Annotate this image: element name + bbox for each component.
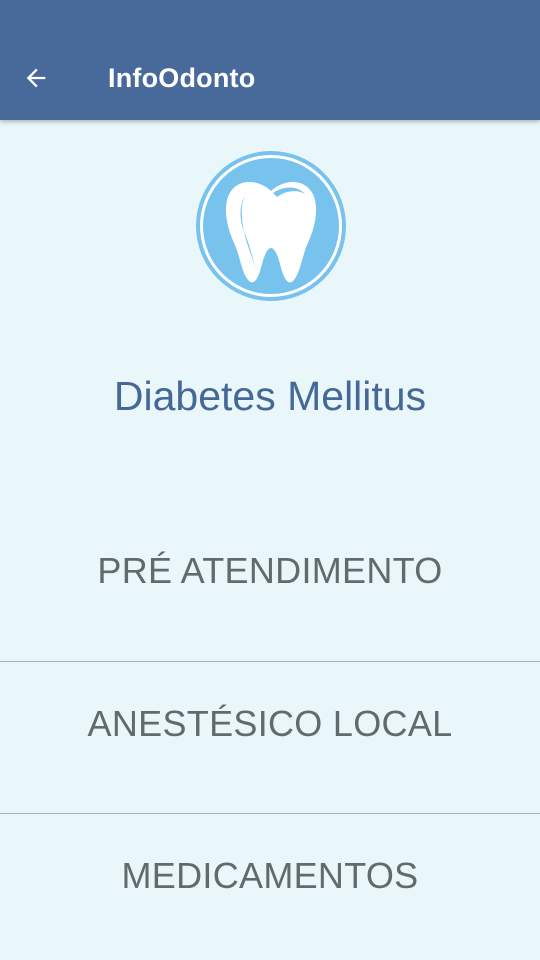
menu-item-anestesico-local[interactable]: ANESTÉSICO LOCAL: [0, 662, 540, 814]
screen: InfoOdonto Diabetes Mellitus PRÉ ATENDIM…: [0, 0, 540, 960]
back-button[interactable]: [12, 54, 60, 102]
tooth-logo: [195, 150, 347, 302]
app-title: InfoOdonto: [108, 63, 256, 93]
condition-title: Diabetes Mellitus: [113, 373, 427, 419]
menu-item-medicamentos[interactable]: MEDICAMENTOS: [0, 814, 540, 960]
app-bar: InfoOdonto: [0, 0, 540, 120]
menu-item-pre-atendimento[interactable]: PRÉ ATENDIMENTO: [0, 510, 540, 662]
arrow-left-icon: [26, 68, 46, 88]
tooth-icon: [196, 151, 346, 301]
menu-list: PRÉ ATENDIMENTO ANESTÉSICO LOCAL MEDICAM…: [0, 510, 540, 960]
